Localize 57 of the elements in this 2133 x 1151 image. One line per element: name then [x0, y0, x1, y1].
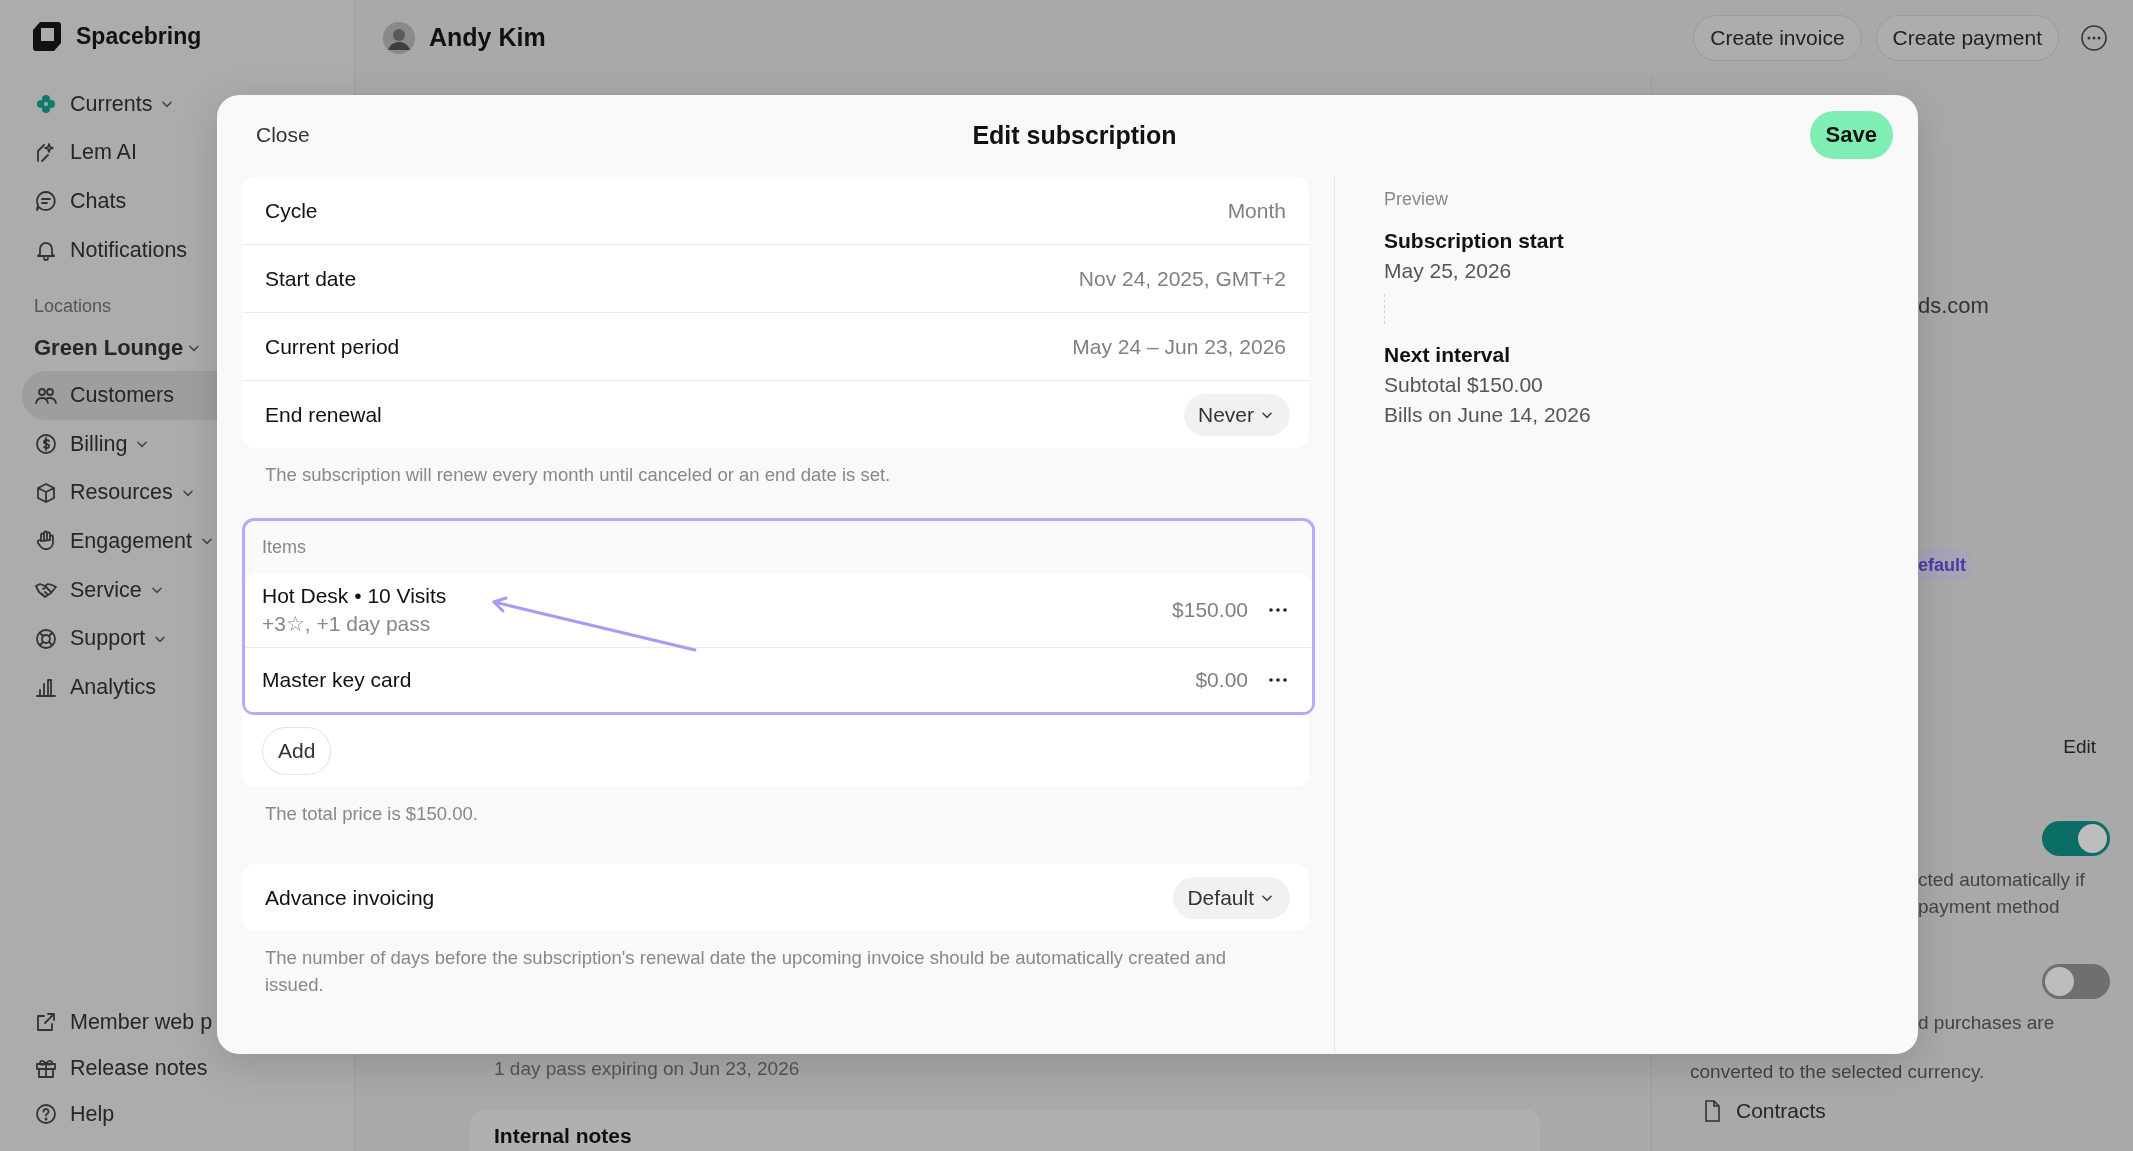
chat-icon	[34, 189, 58, 214]
sidebar-link[interactable]: Member web p	[22, 999, 354, 1045]
save-button[interactable]: Save	[1809, 111, 1893, 159]
add-button[interactable]: Add	[262, 727, 332, 775]
pass-note: 1 day pass expiring on Jun 23, 2026	[493, 1058, 801, 1081]
action-button[interactable]: Create payment	[1875, 14, 2059, 61]
item-name: Hot Desk • 10 Visits	[262, 584, 447, 608]
sidebar-link[interactable]: Release notes	[22, 1045, 354, 1091]
more-icon[interactable]	[1268, 677, 1288, 683]
logo-icon	[32, 20, 62, 52]
section-label: Preview	[1384, 189, 1450, 210]
field-label: Cycle	[265, 198, 319, 223]
toggle-switch[interactable]	[2042, 821, 2110, 856]
field-label: Current period	[265, 334, 401, 359]
section-label: Locations	[34, 296, 113, 318]
field-label: Start date	[265, 266, 358, 291]
items-panel[interactable]: Items Hot Desk • 10 Visits +3☆, +1 day pass $150.00 Master key card $0.00	[242, 518, 1315, 715]
external-link-icon	[34, 1010, 58, 1034]
field-value: May 24 – Jun 23, 2026	[1072, 334, 1286, 359]
email-text: ds.com	[1917, 293, 1990, 319]
event-title: Subscription start	[1384, 228, 1565, 254]
dropdown[interactable]: Never	[1183, 393, 1290, 436]
setting-description: cted automatically if	[1917, 868, 2086, 892]
hint-text: The total price is $150.00.	[264, 802, 479, 826]
event-detail: May 25, 2026	[1384, 258, 1513, 284]
event-detail: Bills on June 14, 2026	[1384, 402, 1592, 428]
field-label: Advance invoicing	[265, 885, 436, 910]
item-price: $150.00	[1172, 598, 1248, 622]
section-label: Items	[262, 536, 306, 558]
item-price: $0.00	[1195, 668, 1248, 692]
more-icon[interactable]	[1268, 607, 1288, 613]
setting-description: d purchases are	[1917, 1011, 2056, 1035]
brand-name: Spacebring	[76, 22, 202, 50]
event-title: Next interval	[1384, 342, 1512, 368]
toggle-switch[interactable]	[2042, 964, 2110, 999]
hint-text: The number of days before the subscription's renewal date the upcoming invoice should be automatically created and issued.	[264, 946, 1227, 997]
help-icon	[34, 1102, 58, 1126]
dollar-icon	[34, 432, 58, 457]
field-value: Month	[1227, 198, 1286, 223]
item-detail: +3☆, +1 day pass	[262, 612, 432, 636]
contracts-link[interactable]: Contracts	[1736, 1099, 1826, 1123]
edit-link[interactable]: Edit	[2063, 736, 2096, 758]
customer-name: Andy Kim	[429, 23, 547, 52]
lifebuoy-icon	[34, 626, 58, 651]
close-button[interactable]: Close	[256, 123, 310, 147]
notes-card: Internal notes	[470, 1110, 1540, 1151]
field-value: Nov 24, 2025, GMT+2	[1078, 266, 1286, 291]
hint-text: The subscription will renew every month until canceled or an end date is set.	[264, 463, 892, 487]
cube-icon	[34, 480, 58, 505]
action-button[interactable]: Create invoice	[1693, 14, 1862, 61]
dropdown[interactable]: Default	[1173, 876, 1290, 919]
item-name: Master key card	[262, 668, 412, 692]
sidebar-link[interactable]: Help	[22, 1091, 354, 1137]
dialog-title: Edit subscription	[972, 120, 1177, 150]
setting-description: payment method	[1917, 895, 2061, 919]
event-detail: Subtotal $150.00	[1384, 372, 1544, 398]
setting-description: converted to the selected currency.	[1690, 1060, 1986, 1084]
